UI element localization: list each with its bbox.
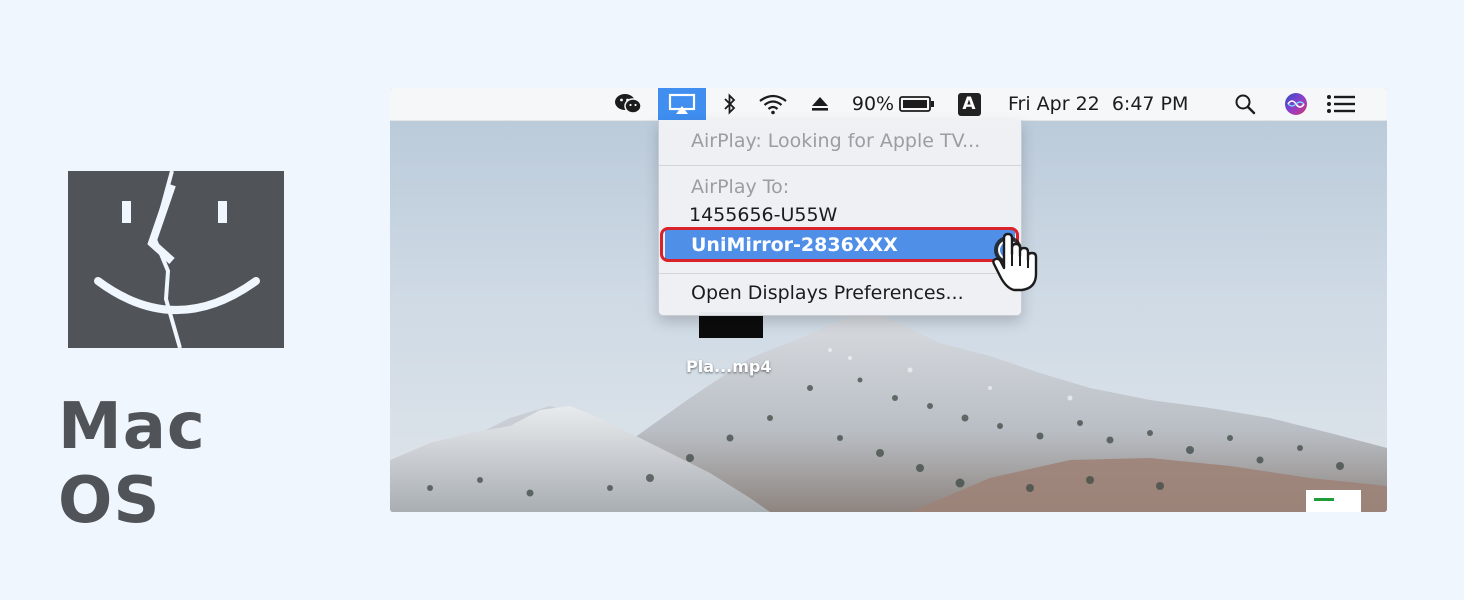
airplay-to-label: AirPlay To: xyxy=(691,176,790,198)
battery-icon[interactable] xyxy=(898,88,936,120)
battery-percent: 90% xyxy=(851,93,895,115)
eject-icon[interactable] xyxy=(808,88,832,120)
os-name-label: Mac OS xyxy=(58,390,206,538)
notification-center-icon[interactable] xyxy=(1324,88,1358,120)
finder-face-icon xyxy=(68,171,284,348)
wechat-icon[interactable] xyxy=(612,88,644,120)
mac-desktop-screenshot: Pla...mp4 90% A Fri Apr 22 6:47 PM AirPl… xyxy=(390,88,1387,512)
menu-separator xyxy=(659,165,1021,166)
menu-separator xyxy=(659,273,1021,274)
page: Mac OS Pla...mp4 90% A Fri Apr 22 6:47 P… xyxy=(0,0,1464,600)
airplay-menu: AirPlay: Looking for Apple TV... AirPlay… xyxy=(658,120,1022,316)
video-file-label[interactable]: Pla...mp4 xyxy=(686,357,772,376)
open-displays-preferences[interactable]: Open Displays Preferences... xyxy=(659,282,1021,304)
wifi-icon[interactable] xyxy=(756,88,790,120)
menu-bar: 90% A Fri Apr 22 6:47 PM xyxy=(390,88,1387,121)
input-source-icon[interactable]: A xyxy=(956,88,982,120)
search-icon[interactable] xyxy=(1232,88,1258,120)
hand-pointer-icon xyxy=(992,232,1038,292)
siri-icon[interactable] xyxy=(1282,88,1310,120)
airplay-device-1455656[interactable]: 1455656-U55W xyxy=(659,204,1021,226)
corner-badge xyxy=(1306,490,1361,512)
clock-datetime[interactable]: Fri Apr 22 6:47 PM xyxy=(1008,88,1204,120)
airplay-icon[interactable] xyxy=(658,88,706,120)
selection-highlight-frame xyxy=(660,227,1019,262)
airplay-status: AirPlay: Looking for Apple TV... xyxy=(691,130,981,152)
bluetooth-icon[interactable] xyxy=(718,88,742,120)
